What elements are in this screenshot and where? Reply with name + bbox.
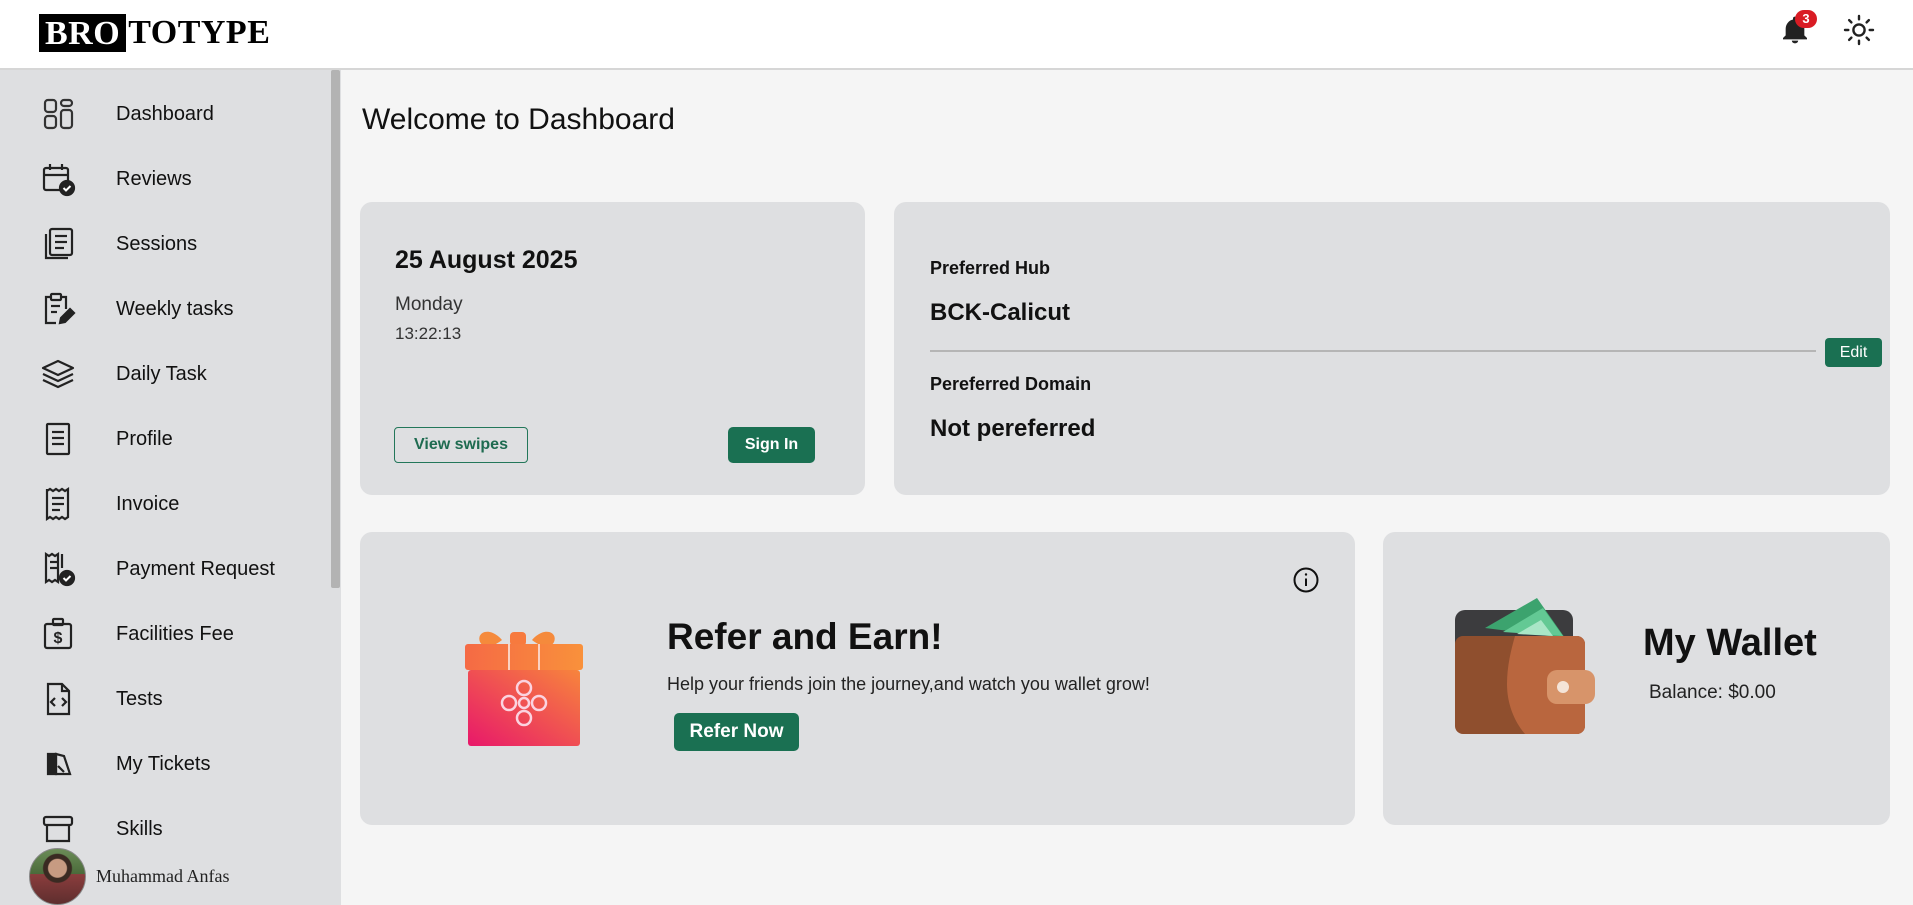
preferred-hub-value: BCK-Calicut xyxy=(930,299,1071,326)
code-file-icon xyxy=(46,682,71,716)
user-name: Muhammad Anfas xyxy=(96,865,230,886)
sidebar-item-label: Payment Request xyxy=(116,557,275,580)
refer-card: Refer and Earn! Help your friends join t… xyxy=(360,532,1355,825)
sidebar-item-profile[interactable]: Profile xyxy=(0,413,330,465)
sidebar-item-label: Daily Task xyxy=(116,362,207,385)
current-date: 25 August 2025 xyxy=(395,246,578,274)
sidebar-item-weekly-tasks[interactable]: Weekly tasks xyxy=(0,283,330,335)
calendar-check-icon xyxy=(42,164,76,197)
refer-title: Refer and Earn! xyxy=(667,616,943,657)
top-bar: BRO TOTYPE 3 xyxy=(0,0,1913,70)
receipt-icon xyxy=(45,486,70,522)
sidebar-item-my-tickets[interactable]: My Tickets xyxy=(0,738,330,790)
edit-button[interactable]: Edit xyxy=(1825,338,1882,367)
current-day: Monday xyxy=(395,294,463,315)
avatar[interactable] xyxy=(29,847,86,905)
sidebar-item-invoice[interactable]: Invoice xyxy=(0,478,330,530)
sidebar-item-label: Facilities Fee xyxy=(116,622,234,645)
wallet-title: My Wallet xyxy=(1643,622,1817,664)
sidebar-item-reviews[interactable]: Reviews xyxy=(0,153,330,205)
preferred-domain-value: Not pereferred xyxy=(930,415,1096,442)
preferred-domain-label: Pereferred Domain xyxy=(930,374,1092,394)
date-card: 25 August 2025 Monday 13:22:13 View swip… xyxy=(360,202,865,495)
sidebar-item-label: Dashboard xyxy=(116,102,214,125)
archive-icon xyxy=(42,815,74,843)
refer-now-button[interactable]: Refer Now xyxy=(674,713,799,751)
divider xyxy=(930,350,1816,352)
sidebar: Dashboard Reviews Sessions Weekly tasks … xyxy=(0,70,341,905)
wallet-icon xyxy=(1455,598,1595,734)
sun-icon[interactable] xyxy=(1843,14,1875,46)
sidebar-item-label: Weekly tasks xyxy=(116,297,234,320)
preferences-card: Preferred Hub BCK-Calicut Edit Pereferre… xyxy=(894,202,1890,495)
sign-in-button[interactable]: Sign In xyxy=(728,427,815,463)
info-icon[interactable] xyxy=(1292,566,1320,594)
receipt-check-icon xyxy=(44,551,76,587)
wallet-card: My Wallet Balance: $0.00 xyxy=(1383,532,1890,825)
sidebar-item-label: My Tickets xyxy=(116,752,211,775)
sidebar-item-payment-request[interactable]: Payment Request xyxy=(0,543,330,595)
sidebar-item-label: Skills xyxy=(116,817,163,840)
sidebar-item-tests[interactable]: Tests xyxy=(0,673,330,725)
user-profile[interactable]: Muhammad Anfas xyxy=(29,847,230,905)
brototype-logo[interactable]: BRO TOTYPE xyxy=(39,14,270,52)
sidebar-item-label: Tests xyxy=(116,687,163,710)
sidebar-item-label: Profile xyxy=(116,427,173,450)
tickets-icon xyxy=(46,752,72,776)
sidebar-item-dashboard[interactable]: Dashboard xyxy=(0,88,330,140)
layers-icon xyxy=(41,359,75,389)
notification-badge: 3 xyxy=(1795,10,1817,28)
sessions-icon xyxy=(44,227,74,260)
sidebar-scrollbar[interactable] xyxy=(331,70,340,588)
preferred-hub-label: Preferred Hub xyxy=(930,258,1051,278)
sidebar-item-label: Invoice xyxy=(116,492,180,515)
clipboard-edit-icon xyxy=(44,292,76,325)
sidebar-item-daily-task[interactable]: Daily Task xyxy=(0,348,330,400)
page-title: Welcome to Dashboard xyxy=(362,103,675,136)
sidebar-item-label: Reviews xyxy=(116,167,192,190)
sidebar-item-label: Sessions xyxy=(116,232,198,255)
fee-icon: $ xyxy=(43,617,73,650)
wallet-balance: Balance: $0.00 xyxy=(1649,682,1776,703)
sidebar-item-facilities-fee[interactable]: $ Facilities Fee xyxy=(0,608,330,660)
current-time: 13:22:13 xyxy=(395,324,462,343)
gift-icon xyxy=(465,631,583,746)
svg-text:$: $ xyxy=(54,630,63,647)
logo-text: TOTYPE xyxy=(128,14,271,51)
dashboard-icon xyxy=(43,98,74,130)
sidebar-item-sessions[interactable]: Sessions xyxy=(0,218,330,270)
refer-subtitle: Help your friends join the journey,and w… xyxy=(667,674,1150,694)
document-icon xyxy=(45,422,71,456)
logo-boxed-text: BRO xyxy=(39,14,127,52)
view-swipes-button[interactable]: View swipes xyxy=(394,427,528,463)
